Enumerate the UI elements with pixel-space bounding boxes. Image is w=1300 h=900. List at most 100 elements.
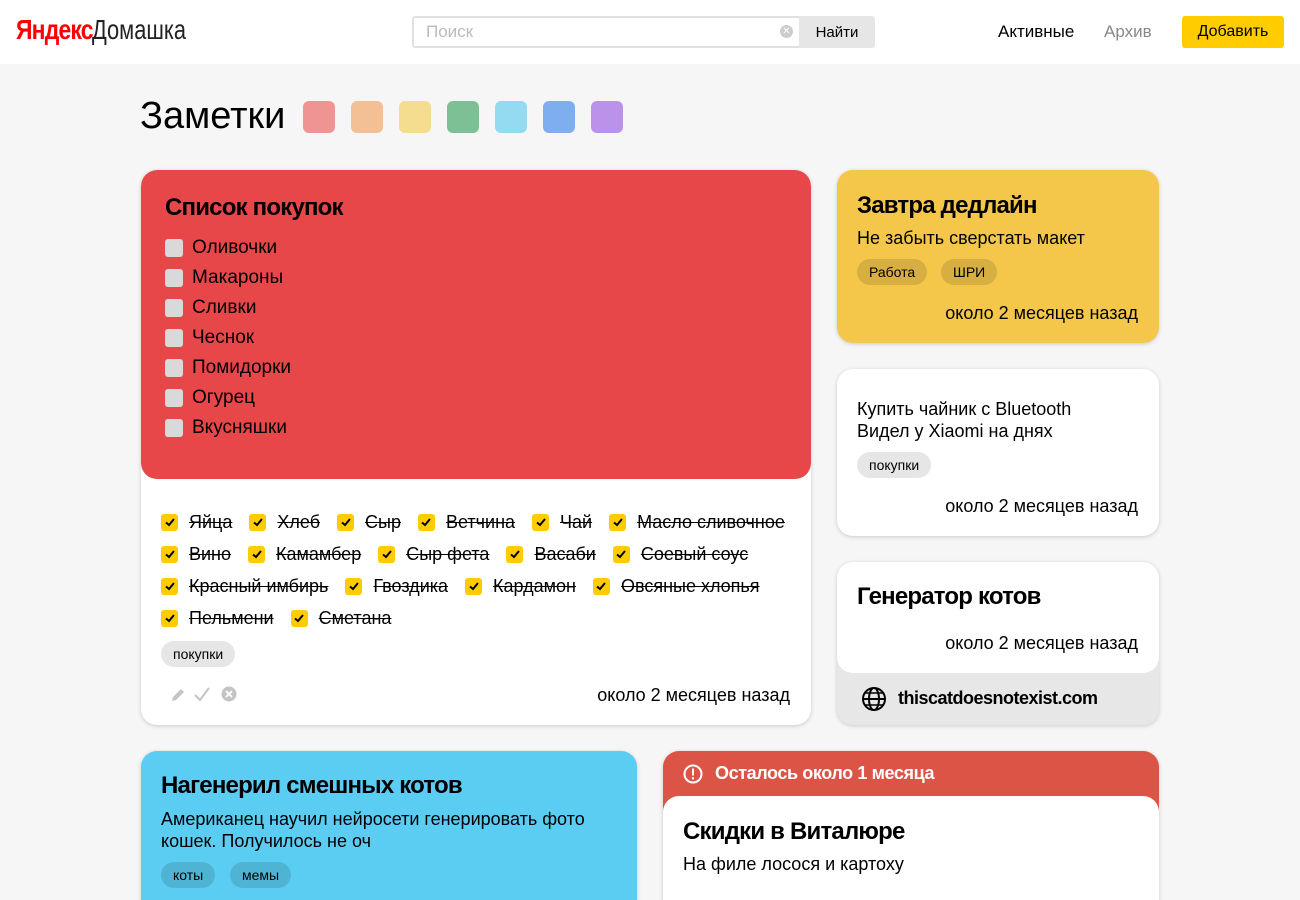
checked-checkbox[interactable] [506,545,524,563]
tag[interactable]: ШРИ [941,259,998,285]
checked-checkbox[interactable] [378,545,396,563]
color-filter-yellow[interactable] [399,101,431,133]
done-item[interactable]: Соевый соус [612,544,748,565]
tag[interactable]: коты [161,862,216,888]
done-item[interactable]: Васаби [506,544,596,565]
done-label: Красный имбирь [189,575,329,596]
done-label: Кардамон [493,575,576,596]
checked-checkbox[interactable] [249,513,267,531]
timestamp: около 2 месяцев назад [597,685,790,705]
done-label: Яйца [189,511,233,532]
funny-cats-note-card[interactable]: Нагенерил смешных котов Американец научи… [141,751,637,900]
done-label: Пельмени [189,607,274,628]
color-filter-cyan[interactable] [495,101,527,133]
search-input[interactable] [414,18,799,46]
todo-item[interactable]: Вкусняшки [165,417,287,439]
checkbox[interactable] [165,329,183,347]
done-item[interactable]: Пельмени [161,608,274,629]
note-title: Список покупок [165,194,344,221]
top-header: Яндекс Домашка ✕ Найти Активные Архив До… [0,0,1300,64]
checked-checkbox[interactable] [290,609,308,627]
note-body: Скидки в Виталюре На филе лосося и карто… [663,796,1159,900]
done-item[interactable]: Камамбер [248,544,361,565]
done-item[interactable]: Овсяные хлопья [592,576,760,597]
search-button[interactable]: Найти [799,16,875,48]
checked-checkbox[interactable] [161,609,178,627]
done-item[interactable]: Ветчина [417,512,515,533]
checkbox[interactable] [165,419,183,437]
checkbox[interactable] [165,239,183,257]
alert-icon [683,764,703,783]
check-icon[interactable] [193,685,211,703]
color-filter-red[interactable] [303,101,335,133]
checked-checkbox[interactable] [337,513,355,531]
checkbox[interactable] [165,359,183,377]
done-item[interactable]: Яйца [161,512,232,533]
note-link[interactable]: thiscatdoesnotexist.com [898,688,1098,709]
todo-item[interactable]: Сливки [165,297,256,319]
note-text-line: Видел у Xiaomi на днях [857,421,1053,441]
logo[interactable]: Яндекс Домашка [16,14,213,48]
todo-item[interactable]: Макароны [165,267,283,289]
tag[interactable]: покупки [857,452,932,478]
done-item[interactable]: Кардамон [465,576,576,597]
checkbox[interactable] [165,269,183,287]
nav-active-link[interactable]: Активные [998,22,1074,42]
tag[interactable]: мемы [230,862,292,888]
done-item[interactable]: Красный имбирь [161,576,328,597]
checked-checkbox[interactable] [161,545,178,563]
todo-item[interactable]: Огурец [165,387,255,409]
cat-generator-note-card[interactable]: Генератор котов около 2 месяцев назад th… [837,562,1159,725]
checked-checkbox[interactable] [417,513,435,531]
color-filter-purple[interactable] [591,101,623,133]
done-item[interactable]: Вино [161,544,231,565]
checked-checkbox[interactable] [161,513,178,531]
tag[interactable]: покупки [161,641,236,667]
discount-note-card[interactable]: Осталось около 1 месяца Скидки в Виталюр… [663,751,1159,900]
checked-checkbox[interactable] [161,577,178,595]
add-note-button[interactable]: Добавить [1182,16,1284,48]
done-item[interactable]: Сметана [290,608,391,629]
note-body: Генератор котов около 2 месяцев назад [837,562,1159,673]
todo-label: Вкусняшки [192,417,287,438]
color-filter-green[interactable] [447,101,479,133]
deadline-note-card[interactable]: Завтра дедлайн Не забыть сверстать макет… [837,170,1159,343]
todo-label: Чеснок [192,327,255,348]
done-item[interactable]: Масло сливочное [609,512,785,533]
checked-checkbox[interactable] [592,577,610,595]
delete-icon[interactable] [220,685,238,703]
todo-item[interactable]: Чеснок [165,327,254,349]
done-item[interactable]: Сыр [337,512,401,533]
done-item[interactable]: Сыр фета [378,544,489,565]
tag[interactable]: Работа [857,259,928,285]
todo-item[interactable]: Помидорки [165,357,291,379]
checked-checkbox[interactable] [465,577,483,595]
done-item[interactable]: Гвоздика [345,576,448,597]
checked-checkbox[interactable] [609,513,627,531]
checked-checkbox[interactable] [532,513,550,531]
note-title: Генератор котов [857,583,1041,610]
done-label: Чай [560,511,593,532]
checked-checkbox[interactable] [345,577,363,595]
reminder-text: Осталось около 1 месяца [715,763,935,783]
search-bar: ✕ Найти [412,16,875,48]
checked-checkbox[interactable] [248,545,266,563]
search-field: ✕ [412,16,799,48]
checkbox[interactable] [165,299,183,317]
done-items-row: Красный имбирь Гвоздика Кардамон Овсяные… [161,575,777,597]
kettle-note-card[interactable]: Купить чайник с Bluetooth Видел у Xiaomi… [837,369,1159,536]
clear-icon[interactable]: ✕ [780,25,793,38]
done-item[interactable]: Чай [532,512,592,533]
checkbox[interactable] [165,389,183,407]
note-title: Скидки в Виталюре [683,818,905,845]
shopping-list-card[interactable]: Список покупок Оливочки Макароны Сливки … [141,170,811,725]
color-filter-blue[interactable] [543,101,575,133]
note-text: На филе лосося и картоху [683,854,904,874]
color-filter-orange[interactable] [351,101,383,133]
todo-item[interactable]: Оливочки [165,237,277,259]
edit-icon[interactable] [169,686,187,704]
nav-archive-link[interactable]: Архив [1104,22,1152,42]
checked-checkbox[interactable] [612,545,630,563]
done-label: Сыр фета [406,543,490,564]
done-item[interactable]: Хлеб [249,512,320,533]
